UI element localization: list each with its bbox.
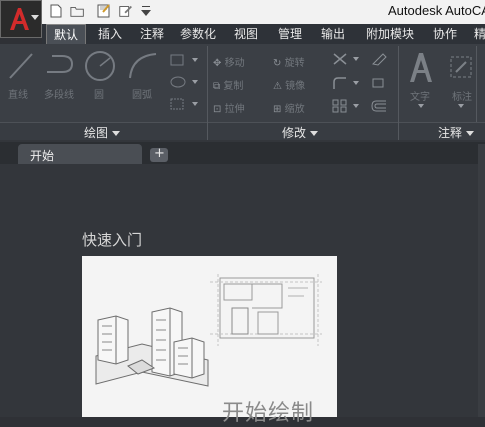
- rectangle-icon[interactable]: [170, 54, 184, 66]
- draw-panel-bar[interactable]: 绘图: [0, 122, 207, 141]
- start-drawing-caption: 开始绘制: [222, 401, 315, 426]
- chevron-down-icon: [112, 131, 121, 136]
- move-label: 移动: [224, 58, 245, 69]
- scale-label: 缩放: [284, 104, 305, 115]
- chevron-down-icon: [466, 131, 475, 136]
- move-icon: ✥: [213, 58, 222, 69]
- chevron-down-icon[interactable]: [353, 81, 359, 85]
- chevron-down-icon[interactable]: [418, 104, 424, 108]
- dimension-tool-label: 标注: [452, 92, 472, 103]
- tab-view[interactable]: 视图: [228, 24, 264, 44]
- text-tool-label: 文字: [410, 92, 430, 103]
- explode-icon[interactable]: [370, 76, 388, 90]
- document-tab-label: 开始: [30, 149, 55, 163]
- modify-panel-bar[interactable]: 修改: [208, 122, 398, 141]
- open-folder-icon[interactable]: [70, 4, 86, 18]
- quick-start-heading: 快速入门: [82, 231, 143, 249]
- chevron-down-icon[interactable]: [353, 104, 359, 108]
- stretch-icon: ⊡: [213, 104, 222, 115]
- scale-icon: ⊞: [273, 104, 282, 115]
- annotation-panel-title: 注释: [438, 124, 475, 141]
- mirror-label: 镜像: [285, 81, 306, 92]
- chevron-down-icon[interactable]: [458, 104, 464, 108]
- chevron-down-icon[interactable]: [192, 102, 198, 106]
- draw-panel-title-text: 绘图: [84, 126, 109, 140]
- save-as-icon[interactable]: [118, 4, 134, 18]
- draw-panel-title: 绘图: [84, 124, 121, 141]
- circle-tool-icon[interactable]: [84, 50, 118, 82]
- tab-parametric[interactable]: 参数化: [174, 24, 222, 44]
- window-title: Autodesk AutoCA: [388, 3, 485, 18]
- annotation-panel-bar[interactable]: 注释: [399, 122, 485, 141]
- polyline-tool-label: 多段线: [44, 90, 74, 101]
- line-tool-icon[interactable]: [6, 50, 36, 82]
- scale-tool[interactable]: ⊞ 缩放: [273, 100, 305, 115]
- trim-icon[interactable]: [332, 52, 348, 66]
- dimension-tool-icon[interactable]: [448, 54, 474, 80]
- arc-tool-icon[interactable]: [126, 50, 160, 82]
- rotate-label: 旋转: [284, 58, 305, 69]
- tab-annotate[interactable]: 注释: [134, 24, 170, 44]
- circle-tool-label: 圆: [94, 90, 104, 101]
- line-tool-label: 直线: [8, 90, 28, 101]
- chevron-down-icon[interactable]: [353, 57, 359, 61]
- tab-insert[interactable]: 插入: [92, 24, 128, 44]
- new-file-icon[interactable]: [48, 4, 64, 18]
- tab-collaborate[interactable]: 协作: [427, 24, 463, 44]
- tab-default[interactable]: 默认: [46, 24, 86, 44]
- stretch-tool[interactable]: ⊡ 拉伸: [213, 100, 245, 115]
- offset-icon[interactable]: [370, 99, 388, 113]
- ribbon-tab-row: 默认 插入 注释 参数化 视图 管理 输出 附加模块 协作 精: [42, 24, 485, 44]
- rotate-tool[interactable]: ↻ 旋转: [273, 54, 305, 69]
- copy-tool[interactable]: ⧉ 复制: [213, 77, 243, 92]
- chevron-down-icon: [31, 15, 39, 20]
- drawing-illustration: [95, 274, 322, 387]
- table-icon[interactable]: [170, 98, 184, 110]
- array-icon[interactable]: [332, 99, 348, 113]
- chevron-down-icon: [310, 131, 319, 136]
- rotate-icon: ↻: [273, 58, 282, 69]
- chevron-down-icon[interactable]: [192, 80, 198, 84]
- autocad-logo-icon: [10, 8, 29, 30]
- tab-output[interactable]: 输出: [315, 24, 351, 44]
- copy-icon: ⧉: [213, 81, 221, 92]
- modify-panel-title: 修改: [282, 124, 319, 141]
- text-tool-icon[interactable]: [405, 50, 437, 84]
- mirror-tool[interactable]: ⚠ 镜像: [273, 77, 305, 92]
- polyline-tool-icon[interactable]: [44, 50, 78, 82]
- move-tool[interactable]: ✥ 移动: [213, 54, 245, 69]
- annotation-panel-title-text: 注释: [438, 126, 463, 140]
- tab-addins[interactable]: 附加模块: [360, 24, 420, 44]
- fillet-icon[interactable]: [332, 76, 348, 90]
- vertical-scrollbar[interactable]: [478, 144, 485, 417]
- stretch-label: 拉伸: [224, 104, 245, 115]
- save-icon[interactable]: [96, 4, 112, 18]
- copy-label: 复制: [223, 81, 244, 92]
- start-drawing-card[interactable]: [82, 256, 337, 417]
- arc-tool-label: 圆弧: [132, 90, 152, 101]
- modify-panel-title-text: 修改: [282, 126, 307, 140]
- tab-featured[interactable]: 精: [472, 24, 485, 44]
- mirror-icon: ⚠: [273, 81, 282, 92]
- hatch-icon[interactable]: [170, 76, 186, 88]
- plus-icon: +: [154, 146, 165, 161]
- chevron-down-icon[interactable]: [192, 58, 198, 62]
- erase-icon[interactable]: [370, 52, 388, 66]
- tab-manage[interactable]: 管理: [272, 24, 308, 44]
- customize-dropdown-icon[interactable]: [140, 6, 152, 18]
- application-menu-button[interactable]: [0, 0, 42, 38]
